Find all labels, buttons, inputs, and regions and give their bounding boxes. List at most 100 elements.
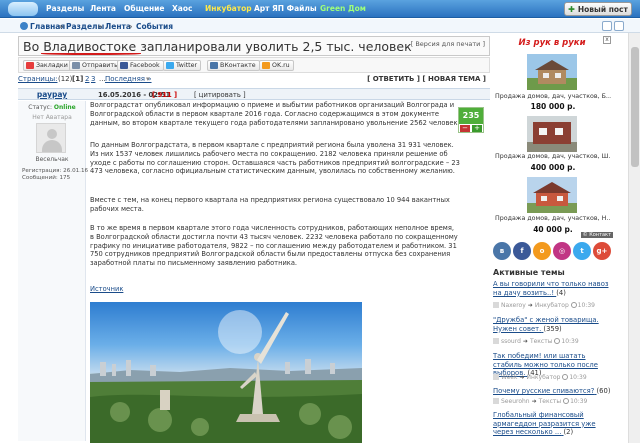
ad-close-icon[interactable]: x	[603, 36, 611, 44]
share-ok-button[interactable]: OK.ru	[259, 60, 294, 71]
arrow-right-icon: ➜	[519, 374, 525, 381]
share-twitter-button[interactable]: Twitter	[163, 60, 202, 71]
ok-icon[interactable]: о	[533, 242, 551, 260]
ad-house-image[interactable]	[527, 54, 577, 90]
no-avatar-label: Нет Аватара	[32, 114, 72, 121]
rating-minus-button[interactable]: −	[460, 125, 470, 132]
topic-link[interactable]: Почему русские спиваются? (60)	[493, 387, 611, 396]
user-avatar-icon	[493, 374, 499, 380]
ad-banner[interactable]: Из рук в руки x Продажа домов, дач, учас…	[493, 33, 613, 238]
clock-icon	[570, 302, 577, 308]
post-paragraph: По данным Волгоградстата, в первом кварт…	[90, 141, 460, 176]
instagram-icon[interactable]: ◎	[553, 242, 571, 260]
print-version-link[interactable]: [ Версия для печати ]	[411, 40, 485, 48]
social-links: в f о ◎ t g+	[493, 242, 613, 262]
quote-link[interactable]: [ цитировать ]	[194, 91, 246, 99]
nav-files[interactable]: ЯП Файлы	[272, 4, 317, 13]
home-icon	[20, 22, 28, 30]
ad-item-caption[interactable]: Продажа домов, дач, участков, Н...	[495, 215, 611, 222]
facebook-icon[interactable]: f	[513, 242, 531, 260]
share-facebook-button[interactable]: Facebook	[117, 60, 164, 71]
nav-chat[interactable]: Общение	[124, 4, 165, 13]
topic-meta: Naxeroy ➜ Инкубатор 10:39	[493, 302, 613, 311]
share-bookmarks-button[interactable]: Закладки	[23, 60, 72, 71]
arrow-right-icon: ➜	[531, 398, 537, 405]
ad-house-image[interactable]	[527, 177, 577, 213]
ok-icon	[262, 62, 270, 69]
toolbar-settings-icon[interactable]	[614, 21, 624, 31]
page-scrollbar[interactable]	[628, 33, 640, 443]
post-paragraph: Вместе с тем, на конец первого квартала …	[90, 196, 450, 213]
nav-feed[interactable]: Лента	[90, 4, 116, 13]
bookmark-icon	[26, 62, 34, 69]
new-post-button[interactable]: ✚ Новый пост	[564, 2, 632, 16]
author-panel: Статус: Online Нет Аватара Весельчак Рег…	[18, 101, 89, 441]
clock-icon	[563, 398, 570, 404]
rating-plus-button[interactable]: +	[472, 125, 482, 132]
user-avatar-icon	[493, 338, 499, 344]
reply-link[interactable]: [ ОТВЕТИТЬ ]	[367, 75, 420, 83]
dropdown-icon[interactable]: ▾	[146, 75, 150, 83]
scrollbar-thumb[interactable]	[631, 47, 639, 167]
topic-meta: ssourd ➜ Тексты 10:39	[493, 338, 613, 347]
google-plus-icon[interactable]: g+	[593, 242, 611, 260]
post-number[interactable]: [ 911 ]	[152, 91, 177, 99]
ad-item-caption[interactable]: Продажа домов, дач, участков, Ш...	[495, 153, 611, 160]
topic-link[interactable]: Глобальный финансовый армагеддон разрази…	[493, 411, 611, 437]
share-toolbar: Закладки Отправить Facebook Twitter ВКон…	[18, 57, 490, 73]
arrow-right-icon: ➜	[527, 302, 533, 309]
post-header: paypay 16.05.2016 - 02:51 [ 911 ] [ цити…	[18, 88, 490, 100]
nav-art[interactable]: Арт	[254, 4, 270, 13]
topic-link[interactable]: А вы говорили что только навоз на дачу в…	[493, 280, 611, 297]
author-stats: Регистрация: 26.01.16 Сообщений: 175	[22, 168, 89, 181]
ad-house-image[interactable]	[527, 116, 577, 152]
ad-brand-logo: Из рук в руки	[518, 38, 586, 48]
page-3-link[interactable]: 3	[91, 75, 95, 83]
post-paragraph: Волгоградстат опубликовал информацию о п…	[90, 101, 460, 127]
clock-icon	[562, 374, 569, 380]
twitter-icon	[166, 62, 174, 69]
reply-new-topic-links[interactable]: [ ОТВЕТИТЬ ] [ НОВАЯ ТЕМА ]	[367, 75, 486, 83]
avatar	[36, 123, 66, 153]
topic-link[interactable]: "Дружба" с женой товарища. Нужен совет. …	[493, 316, 611, 333]
topic-meta: Seeurohn ➜ Тексты 10:39	[493, 398, 613, 407]
vk-icon[interactable]: в	[493, 242, 511, 260]
user-silhouette-icon	[47, 129, 57, 139]
volgograd-panorama-image	[90, 310, 362, 443]
active-topics-title: Активные темы	[493, 268, 565, 277]
post-rating: 235 − +	[458, 107, 484, 133]
mail-icon	[72, 62, 80, 69]
user-avatar-icon	[493, 398, 499, 404]
topic-meta: Week ➜ Инкубатор 10:39	[493, 374, 613, 383]
page-current: [1]	[72, 75, 84, 83]
author-status: Статус: Online	[28, 104, 76, 111]
rating-value: 235	[459, 108, 483, 124]
ad-item-caption[interactable]: Продажа домов, дач, участков, Б...	[495, 93, 611, 100]
pages-label: Страницы:	[18, 75, 58, 83]
page-2-link[interactable]: 2	[85, 75, 89, 83]
toolbar-list-icon[interactable]	[602, 21, 612, 31]
ad-watermark: © Контакт	[580, 232, 613, 238]
vk-icon	[210, 62, 218, 69]
user-avatar-icon	[493, 302, 499, 308]
share-vkontakte-button[interactable]: ВКонтакте	[207, 60, 260, 71]
post-image	[90, 302, 362, 443]
new-topic-link[interactable]: [ НОВАЯ ТЕМА ]	[422, 75, 486, 83]
page-last-link[interactable]: Последняя »	[105, 75, 152, 83]
breadcrumb: Главная » Разделы » Лента » События	[0, 19, 640, 33]
clock-icon	[554, 338, 561, 344]
post-author-link[interactable]: paypay	[22, 90, 82, 99]
nav-sections[interactable]: Разделы	[46, 4, 84, 13]
nav-chaos[interactable]: Хаос	[172, 4, 192, 13]
site-logo[interactable]	[8, 2, 38, 16]
plus-icon: ✚	[568, 4, 575, 14]
share-send-button[interactable]: Отправить	[69, 60, 122, 71]
nav-incubator[interactable]: Инкубатор	[205, 4, 252, 13]
ad-item-price: 400 000 р.	[530, 163, 576, 172]
breadcrumb-events[interactable]: События	[136, 22, 173, 31]
nav-green-home[interactable]: Green Дом	[320, 4, 366, 13]
arrow-right-icon: ➜	[522, 338, 528, 345]
topic-title-box: Во Владивостоке запланировали уволить 2,…	[18, 36, 490, 56]
twitter-icon[interactable]: t	[573, 242, 591, 260]
source-link[interactable]: Источник	[90, 285, 123, 293]
